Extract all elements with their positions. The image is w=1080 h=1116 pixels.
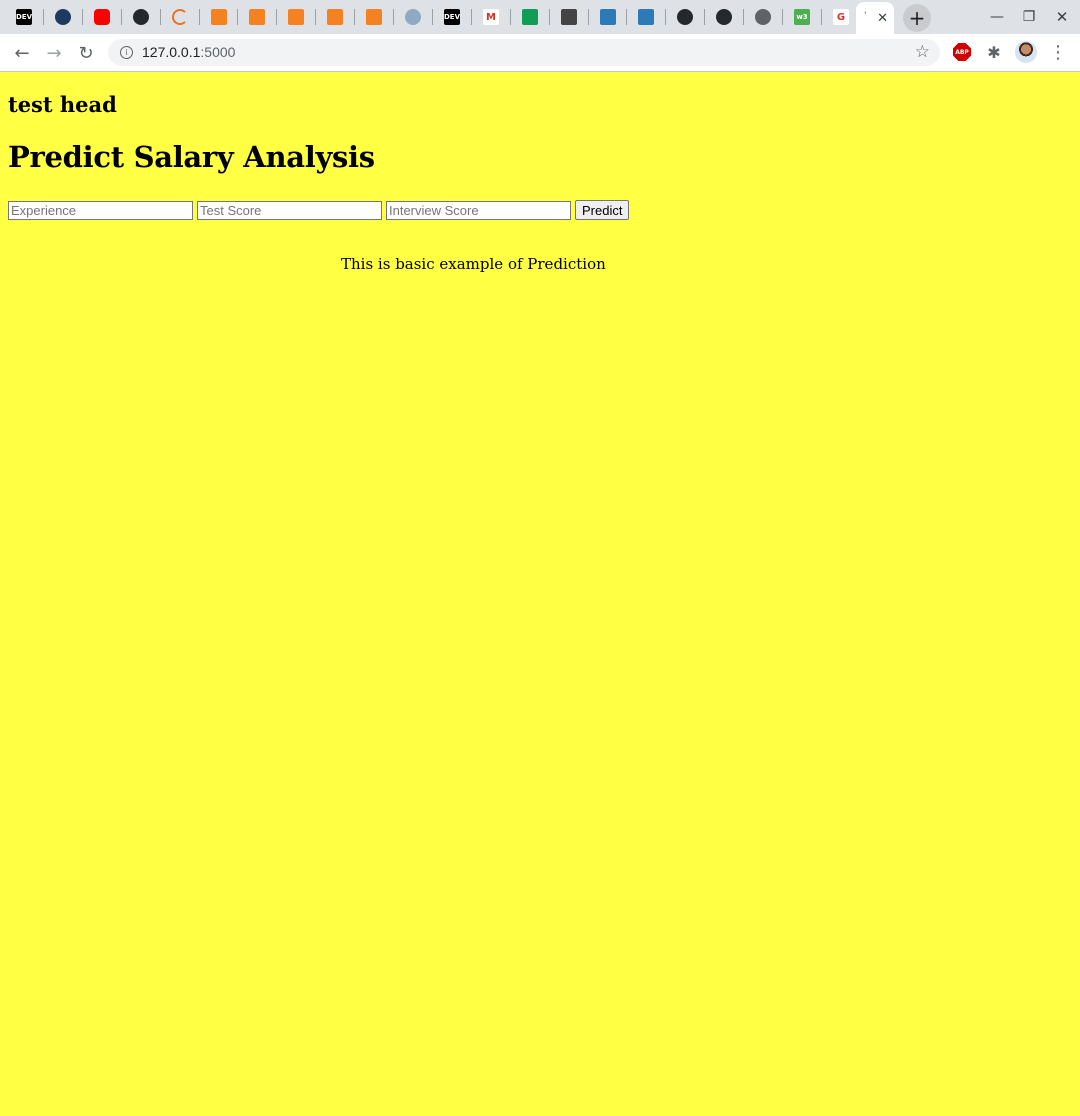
extensions-puzzle-icon[interactable]: ✱	[983, 41, 1005, 63]
browser-tab[interactable]	[589, 3, 627, 31]
adblock-icon: ABP	[953, 43, 971, 61]
interview-score-input[interactable]	[386, 200, 571, 220]
avatar	[1015, 41, 1037, 63]
browser-tab[interactable]	[666, 3, 704, 31]
sheets-icon	[522, 9, 538, 25]
tab-separator	[704, 9, 705, 25]
url-text[interactable]: 127.0.0.1:5000	[142, 44, 235, 60]
youtube-icon	[94, 9, 110, 25]
browser-tab[interactable]	[705, 3, 743, 31]
browser-tab[interactable]	[511, 3, 549, 31]
book-icon	[288, 9, 304, 25]
browser-tab[interactable]	[316, 3, 354, 31]
browser-tab[interactable]	[627, 3, 665, 31]
browser-tab[interactable]	[744, 3, 782, 31]
browser-tab[interactable]	[277, 3, 315, 31]
tab-separator	[199, 9, 200, 25]
tab-separator	[549, 9, 550, 25]
vscode-icon	[638, 9, 654, 25]
close-tab-icon[interactable]: ✕	[877, 11, 888, 26]
tab-separator	[510, 9, 511, 25]
github-icon	[716, 9, 732, 25]
w3-icon: w3	[794, 9, 810, 25]
tab-separator	[782, 9, 783, 25]
browser-tab[interactable]	[238, 3, 276, 31]
github-icon	[677, 9, 693, 25]
close-window-button[interactable]: ✕	[1045, 0, 1079, 34]
tab-separator	[276, 9, 277, 25]
tab-separator	[43, 9, 44, 25]
tab-separator	[354, 9, 355, 25]
page-subheading: test head	[8, 92, 117, 117]
browser-tab[interactable]: DEV	[5, 3, 43, 31]
dev-icon: DEV	[444, 9, 460, 25]
gmail-icon: M	[483, 9, 499, 25]
back-button[interactable]: ←	[8, 39, 36, 67]
spinner-icon	[172, 9, 188, 25]
site-info-icon[interactable]: i	[120, 46, 133, 59]
tab-strip: ' ✕ + — ❐ ✕ DEV DEV Mw3 G	[0, 0, 1080, 34]
browser-tab[interactable]	[355, 3, 393, 31]
vscode-icon	[600, 9, 616, 25]
minimize-button[interactable]: —	[980, 0, 1014, 34]
browser-tab[interactable]: w3	[783, 3, 821, 31]
book-icon	[366, 9, 382, 25]
browser-tab[interactable]: M	[472, 3, 510, 31]
browser-tab[interactable]	[83, 3, 121, 31]
tab-separator	[315, 9, 316, 25]
url-port: :5000	[200, 44, 236, 60]
profile-button[interactable]	[1015, 41, 1037, 63]
browser-tab[interactable]	[550, 3, 588, 31]
url-host: 127.0.0.1	[142, 44, 201, 60]
test-score-input[interactable]	[197, 200, 382, 220]
predict-form: Predict	[8, 200, 630, 220]
tab-separator	[160, 9, 161, 25]
page-body: test head Predict Salary Analysis Predic…	[0, 72, 1080, 1116]
diamond-icon	[561, 9, 577, 25]
book-icon	[211, 9, 227, 25]
prediction-note: This is basic example of Prediction	[341, 255, 606, 273]
new-tab-button[interactable]: +	[903, 4, 931, 32]
browser-tab[interactable]: G	[822, 3, 860, 31]
browser-tab[interactable]	[44, 3, 82, 31]
book-icon	[327, 9, 343, 25]
browser-tab[interactable]	[161, 3, 199, 31]
browser-menu-icon[interactable]: ⋮	[1047, 41, 1069, 63]
address-bar[interactable]: i 127.0.0.1:5000 ☆	[108, 39, 940, 66]
adblock-extension-button[interactable]: ABP	[951, 41, 973, 63]
tab-separator	[393, 9, 394, 25]
github-icon	[133, 9, 149, 25]
tab-separator	[665, 9, 666, 25]
active-tab-title: '	[864, 11, 867, 21]
globe-icon	[755, 9, 771, 25]
cloud-icon	[405, 9, 421, 25]
browser-tab[interactable]	[122, 3, 160, 31]
restore-button[interactable]: ❐	[1012, 0, 1046, 34]
page-title: Predict Salary Analysis	[8, 140, 375, 174]
active-tab[interactable]: ' ✕	[856, 2, 894, 34]
browser-tab[interactable]	[200, 3, 238, 31]
tab-separator	[432, 9, 433, 25]
tab-separator	[82, 9, 83, 25]
dev-icon: DEV	[16, 9, 32, 25]
tab-separator	[626, 9, 627, 25]
browser-tab[interactable]: DEV	[433, 3, 471, 31]
reload-button[interactable]: ↻	[72, 39, 100, 67]
tab-separator	[471, 9, 472, 25]
google-icon: G	[833, 9, 849, 25]
tab-separator	[237, 9, 238, 25]
tab-separator	[821, 9, 822, 25]
browser-tab[interactable]	[394, 3, 432, 31]
tab-separator	[121, 9, 122, 25]
forward-button[interactable]: →	[40, 39, 68, 67]
tab-separator	[743, 9, 744, 25]
tab-separator	[588, 9, 589, 25]
browser-toolbar: ← → ↻ i 127.0.0.1:5000 ☆ ABP ✱ ⋮	[0, 34, 1080, 72]
python-icon	[55, 9, 71, 25]
bookmark-star-icon[interactable]: ☆	[915, 42, 930, 62]
book-icon	[249, 9, 265, 25]
experience-input[interactable]	[8, 200, 193, 220]
predict-button[interactable]: Predict	[575, 200, 630, 220]
